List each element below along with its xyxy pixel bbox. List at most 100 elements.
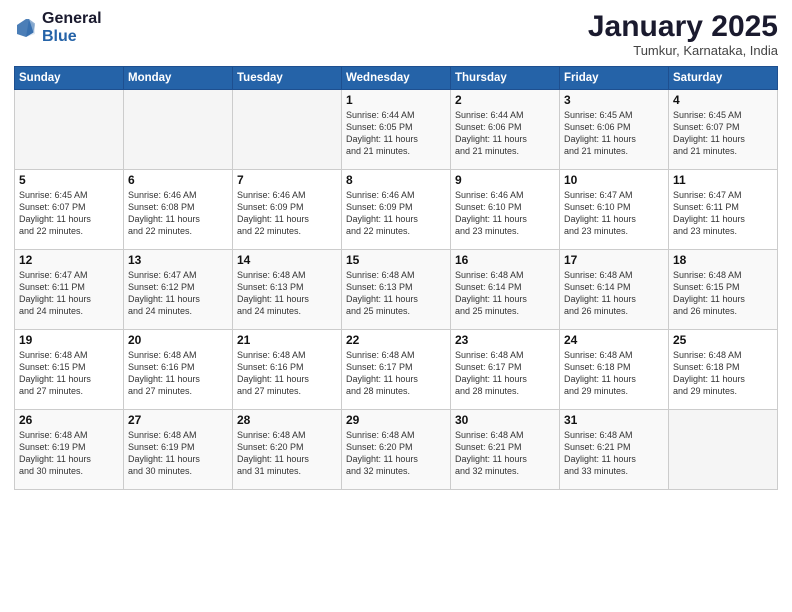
calendar-cell [669,410,778,490]
calendar-cell: 30 Sunrise: 6:48 AM Sunset: 6:21 PM Dayli… [451,410,560,490]
day-number: 23 [455,333,555,347]
calendar-cell: 23 Sunrise: 6:48 AM Sunset: 6:17 PM Dayli… [451,330,560,410]
calendar-cell: 28 Sunrise: 6:48 AM Sunset: 6:20 PM Dayli… [233,410,342,490]
logo-text: General Blue [42,10,102,45]
calendar-cell: 9 Sunrise: 6:46 AM Sunset: 6:10 PM Daylig… [451,170,560,250]
calendar-table: SundayMondayTuesdayWednesdayThursdayFrid… [14,66,778,490]
calendar-week-3: 12Sunrise: 6:47 AM Sunset: 6:11 PM Dayli… [15,250,778,330]
calendar-week-2: 5 Sunrise: 6:45 AM Sunset: 6:07 PM Daylig… [15,170,778,250]
day-number: 16 [455,253,555,267]
title-block: January 2025 Tumkur, Karnataka, India [588,10,778,58]
day-number: 7 [237,173,337,187]
day-info: Sunrise: 6:44 AM Sunset: 6:06 PM Dayligh… [455,109,555,158]
day-number: 26 [19,413,119,427]
day-number: 28 [237,413,337,427]
day-info: Sunrise: 6:45 AM Sunset: 6:06 PM Dayligh… [564,109,664,158]
calendar-cell [15,90,124,170]
day-info: Sunrise: 6:48 AM Sunset: 6:21 PM Dayligh… [455,429,555,478]
day-info: Sunrise: 6:47 AM Sunset: 6:11 PM Dayligh… [673,189,773,238]
calendar-cell: 11 Sunrise: 6:47 AM Sunset: 6:11 PM Dayli… [669,170,778,250]
calendar-cell: 22 Sunrise: 6:48 AM Sunset: 6:17 PM Dayli… [342,330,451,410]
calendar-cell: 1 Sunrise: 6:44 AM Sunset: 6:05 PM Daylig… [342,90,451,170]
calendar-cell: 31Sunrise: 6:48 AM Sunset: 6:21 PM Dayli… [560,410,669,490]
day-info: Sunrise: 6:48 AM Sunset: 6:16 PM Dayligh… [237,349,337,398]
calendar-cell: 2Sunrise: 6:44 AM Sunset: 6:06 PM Daylig… [451,90,560,170]
calendar-cell: 21Sunrise: 6:48 AM Sunset: 6:16 PM Dayli… [233,330,342,410]
day-number: 18 [673,253,773,267]
calendar-body: 1 Sunrise: 6:44 AM Sunset: 6:05 PM Daylig… [15,90,778,490]
calendar-cell [124,90,233,170]
calendar-cell: 17 Sunrise: 6:48 AM Sunset: 6:14 PM Dayli… [560,250,669,330]
weekday-header-tuesday: Tuesday [233,67,342,90]
calendar-cell: 25Sunrise: 6:48 AM Sunset: 6:18 PM Dayli… [669,330,778,410]
day-info: Sunrise: 6:48 AM Sunset: 6:18 PM Dayligh… [673,349,773,398]
calendar-cell: 26 Sunrise: 6:48 AM Sunset: 6:19 PM Dayli… [15,410,124,490]
weekday-header-friday: Friday [560,67,669,90]
calendar-cell [233,90,342,170]
day-info: Sunrise: 6:48 AM Sunset: 6:20 PM Dayligh… [346,429,446,478]
day-number: 6 [128,173,228,187]
day-info: Sunrise: 6:46 AM Sunset: 6:09 PM Dayligh… [346,189,446,238]
header: General Blue January 2025 Tumkur, Karnat… [14,10,778,58]
day-number: 15 [346,253,446,267]
calendar-cell: 5 Sunrise: 6:45 AM Sunset: 6:07 PM Daylig… [15,170,124,250]
day-number: 13 [128,253,228,267]
day-info: Sunrise: 6:48 AM Sunset: 6:14 PM Dayligh… [455,269,555,318]
day-number: 11 [673,173,773,187]
calendar-week-4: 19 Sunrise: 6:48 AM Sunset: 6:15 PM Dayli… [15,330,778,410]
day-info: Sunrise: 6:46 AM Sunset: 6:10 PM Dayligh… [455,189,555,238]
page: General Blue January 2025 Tumkur, Karnat… [0,0,792,612]
day-info: Sunrise: 6:48 AM Sunset: 6:19 PM Dayligh… [19,429,119,478]
day-number: 3 [564,93,664,107]
calendar-cell: 19 Sunrise: 6:48 AM Sunset: 6:15 PM Dayli… [15,330,124,410]
weekday-header-sunday: Sunday [15,67,124,90]
day-number: 14 [237,253,337,267]
logo: General Blue [14,10,102,45]
day-number: 4 [673,93,773,107]
day-info: Sunrise: 6:48 AM Sunset: 6:18 PM Dayligh… [564,349,664,398]
day-info: Sunrise: 6:48 AM Sunset: 6:15 PM Dayligh… [19,349,119,398]
calendar-cell: 20Sunrise: 6:48 AM Sunset: 6:16 PM Dayli… [124,330,233,410]
calendar-cell: 27Sunrise: 6:48 AM Sunset: 6:19 PM Dayli… [124,410,233,490]
day-number: 29 [346,413,446,427]
day-info: Sunrise: 6:48 AM Sunset: 6:20 PM Dayligh… [237,429,337,478]
location: Tumkur, Karnataka, India [588,43,778,58]
day-number: 8 [346,173,446,187]
calendar-cell: 6 Sunrise: 6:46 AM Sunset: 6:08 PM Daylig… [124,170,233,250]
day-info: Sunrise: 6:48 AM Sunset: 6:14 PM Dayligh… [564,269,664,318]
day-number: 9 [455,173,555,187]
day-number: 22 [346,333,446,347]
day-info: Sunrise: 6:45 AM Sunset: 6:07 PM Dayligh… [19,189,119,238]
calendar-cell: 10Sunrise: 6:47 AM Sunset: 6:10 PM Dayli… [560,170,669,250]
calendar-cell: 24 Sunrise: 6:48 AM Sunset: 6:18 PM Dayli… [560,330,669,410]
day-number: 24 [564,333,664,347]
day-info: Sunrise: 6:46 AM Sunset: 6:08 PM Dayligh… [128,189,228,238]
day-info: Sunrise: 6:44 AM Sunset: 6:05 PM Dayligh… [346,109,446,158]
day-number: 19 [19,333,119,347]
calendar-header: SundayMondayTuesdayWednesdayThursdayFrid… [15,67,778,90]
weekday-header-thursday: Thursday [451,67,560,90]
day-info: Sunrise: 6:48 AM Sunset: 6:17 PM Dayligh… [346,349,446,398]
day-number: 1 [346,93,446,107]
logo-icon [14,16,38,40]
day-info: Sunrise: 6:48 AM Sunset: 6:13 PM Dayligh… [237,269,337,318]
day-number: 31 [564,413,664,427]
day-info: Sunrise: 6:46 AM Sunset: 6:09 PM Dayligh… [237,189,337,238]
calendar-cell: 3 Sunrise: 6:45 AM Sunset: 6:06 PM Daylig… [560,90,669,170]
calendar-cell: 16 Sunrise: 6:48 AM Sunset: 6:14 PM Dayli… [451,250,560,330]
day-info: Sunrise: 6:47 AM Sunset: 6:11 PM Dayligh… [19,269,119,318]
day-info: Sunrise: 6:47 AM Sunset: 6:12 PM Dayligh… [128,269,228,318]
day-number: 5 [19,173,119,187]
day-info: Sunrise: 6:48 AM Sunset: 6:17 PM Dayligh… [455,349,555,398]
day-number: 30 [455,413,555,427]
day-number: 17 [564,253,664,267]
month-title: January 2025 [588,10,778,43]
calendar-week-1: 1 Sunrise: 6:44 AM Sunset: 6:05 PM Daylig… [15,90,778,170]
calendar-cell: 8 Sunrise: 6:46 AM Sunset: 6:09 PM Daylig… [342,170,451,250]
day-number: 20 [128,333,228,347]
calendar-cell: 13 Sunrise: 6:47 AM Sunset: 6:12 PM Dayli… [124,250,233,330]
day-info: Sunrise: 6:48 AM Sunset: 6:19 PM Dayligh… [128,429,228,478]
day-number: 10 [564,173,664,187]
calendar-cell: 18 Sunrise: 6:48 AM Sunset: 6:15 PM Dayli… [669,250,778,330]
day-info: Sunrise: 6:48 AM Sunset: 6:15 PM Dayligh… [673,269,773,318]
